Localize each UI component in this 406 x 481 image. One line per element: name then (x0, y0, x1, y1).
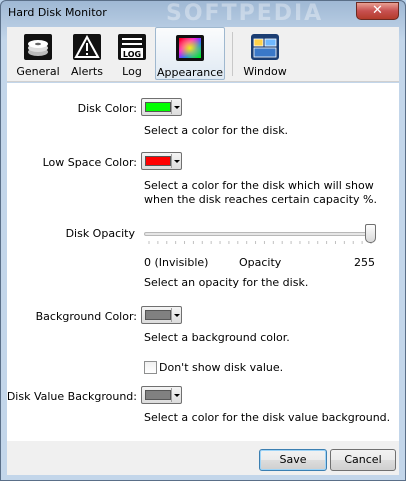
low-space-color-label: Low Space Color: (42, 156, 137, 169)
dont-show-value-checkbox[interactable] (144, 361, 157, 374)
disk-icon (24, 34, 52, 60)
app-window: Hard Disk Monitor SOFTPEDIA ✕ General Al… (0, 0, 406, 481)
background-color-description: Select a background color. (144, 331, 290, 344)
warning-icon (73, 34, 101, 60)
toolbar: General Alerts LOG Log Appearance Window (7, 27, 399, 82)
disk-value-background-description: Select a color for the disk value backgr… (144, 411, 391, 424)
close-button[interactable]: ✕ (356, 2, 399, 20)
tab-log[interactable]: LOG Log (111, 27, 153, 80)
background-color-swatch (145, 310, 171, 320)
opacity-max-label: 255 (354, 256, 375, 269)
disk-value-background-swatch (145, 390, 171, 400)
disk-color-description: Select a color for the disk. (144, 124, 289, 137)
tab-general[interactable]: General (13, 27, 63, 80)
tab-window[interactable]: Window (239, 27, 291, 80)
window-icon (251, 34, 279, 60)
disk-opacity-label: Disk Opacity (65, 227, 135, 240)
disk-value-background-picker[interactable] (141, 386, 182, 404)
disk-color-picker[interactable] (141, 98, 182, 116)
tab-general-label: General (16, 65, 60, 78)
disk-color-swatch (145, 102, 171, 112)
log-icon: LOG (118, 34, 146, 60)
palette-icon (176, 35, 204, 61)
close-icon: ✕ (372, 3, 383, 18)
tab-appearance[interactable]: Appearance (155, 27, 225, 80)
background-color-label: Background Color: (35, 310, 137, 323)
opacity-slider-ticks (148, 241, 372, 244)
opacity-slider-track[interactable] (144, 232, 376, 236)
chevron-down-icon (171, 308, 180, 322)
background-color-picker[interactable] (141, 306, 182, 324)
tab-window-label: Window (243, 65, 287, 78)
tab-alerts[interactable]: Alerts (65, 27, 109, 80)
log-icon-text: LOG (123, 50, 141, 59)
toolbar-separator (232, 32, 233, 76)
disk-opacity-description: Select an opacity for the disk. (144, 276, 309, 289)
low-space-color-picker[interactable] (141, 152, 182, 170)
low-space-color-swatch (145, 156, 171, 166)
tab-log-label: Log (122, 65, 142, 78)
chevron-down-icon (171, 100, 180, 114)
title-bar[interactable]: Hard Disk Monitor SOFTPEDIA ✕ (1, 1, 405, 27)
opacity-slider-thumb[interactable] (365, 224, 376, 243)
dont-show-value-label[interactable]: Don't show disk value. (159, 361, 283, 375)
low-space-color-description-line2: when the disk reaches certain capacity %… (144, 193, 377, 206)
chevron-down-icon (171, 154, 180, 168)
watermark-text: SOFTPEDIA (166, 1, 324, 26)
opacity-mid-label: Opacity (239, 256, 282, 269)
tab-appearance-label: Appearance (156, 66, 224, 79)
chevron-down-icon (171, 388, 180, 402)
window-title: Hard Disk Monitor (8, 6, 107, 19)
opacity-min-label: 0 (Invisible) (144, 256, 209, 269)
disk-value-background-label: Disk Value Background: (6, 390, 137, 403)
tab-alerts-label: Alerts (71, 65, 103, 78)
cancel-button[interactable]: Cancel (330, 449, 396, 471)
low-space-color-description-line1: Select a color for the disk which will s… (144, 179, 374, 192)
disk-color-label: Disk Color: (77, 102, 137, 115)
save-button[interactable]: Save (259, 449, 327, 471)
